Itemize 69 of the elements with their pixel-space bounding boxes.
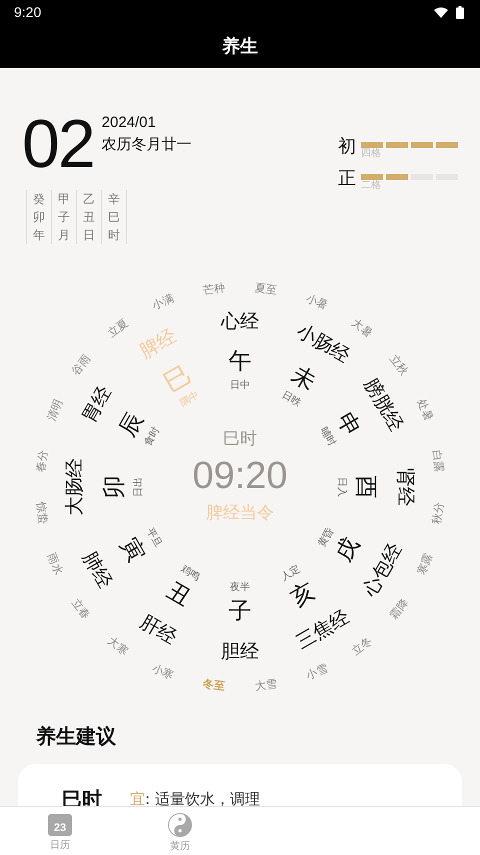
solar-term: 立夏 — [106, 317, 130, 340]
rank-label: 初 — [338, 136, 356, 158]
earthly-branch: 丑 — [162, 580, 194, 611]
meridian-label: 心经 — [221, 312, 259, 332]
solar-term: 立秋 — [388, 353, 410, 378]
rank-label: 正 — [338, 168, 356, 190]
meridian-label: 小肠经 — [293, 322, 352, 367]
page-title: 养生 — [222, 35, 258, 58]
meridian-label: 胆经 — [221, 642, 259, 662]
rank-caption: 四格 — [361, 148, 381, 160]
clock-time: 09:20 — [192, 454, 288, 499]
solar-term: 秋分 — [431, 501, 446, 525]
solar-term: 霜降 — [388, 596, 410, 621]
nav-tab[interactable]: 黄历 — [120, 807, 240, 855]
ganzhi-pillar: 甲子月 — [51, 190, 76, 244]
solar-term: 白露 — [431, 449, 446, 473]
earthly-branch: 子 — [228, 600, 252, 624]
wifi-icon — [434, 6, 448, 18]
yin-yang-icon — [168, 813, 192, 837]
solar-term: 小寒 — [151, 662, 176, 682]
nav-tab[interactable]: 23 日历 — [0, 807, 120, 855]
meridian-label: 肝经 — [136, 612, 179, 648]
solar-term: 大暑 — [350, 317, 374, 340]
solar-term: 大雪 — [254, 678, 278, 692]
hour-name: 食时 — [143, 425, 162, 448]
hour-name: 日入 — [336, 477, 346, 497]
solar-term: 寒露 — [415, 551, 434, 576]
solar-term: 芒种 — [202, 282, 226, 296]
solar-term: 冬至 — [202, 678, 226, 692]
status-time: 9:20 — [14, 4, 42, 20]
meridian-label: 肺经 — [79, 548, 115, 591]
meridian-label: 大肠经 — [66, 458, 84, 516]
hour-name: 夜半 — [230, 583, 250, 593]
advice-text: 宜: 适量饮水，调理 — [130, 789, 260, 810]
lunar-date: 农历冬月廿一 — [102, 135, 192, 154]
meridian-label: 脾经 — [136, 326, 179, 362]
section-heading: 养生建议 — [36, 723, 117, 749]
solar-term: 处暑 — [415, 398, 434, 423]
ganzhi-pillar: 癸卯年 — [26, 190, 51, 244]
current-meridian: 脾经当令 — [206, 502, 274, 525]
solar-term: 惊蛰 — [34, 501, 49, 525]
ganzhi-pillar: 辛巳时 — [101, 190, 127, 244]
solar-term: 夏至 — [254, 282, 278, 296]
solar-term: 立春 — [70, 596, 92, 621]
day-number: 02 — [22, 112, 94, 176]
solar-term: 大寒 — [106, 634, 130, 657]
meridian-label: 肾经 — [396, 468, 414, 506]
earthly-branch: 卯 — [104, 476, 126, 498]
solar-term: 立冬 — [350, 634, 374, 657]
hour-name: 日中 — [230, 381, 250, 391]
solar-term: 小雪 — [304, 662, 329, 682]
solar-term: 清明 — [46, 398, 64, 423]
solar-term: 小满 — [151, 292, 176, 312]
earthly-branch: 酉 — [354, 476, 376, 498]
solar-term: 雨水 — [46, 551, 64, 576]
meridian-label: 胃经 — [79, 383, 115, 426]
month-text: 2024/01 — [102, 114, 157, 131]
hour-name: 日出 — [134, 477, 144, 497]
solar-term: 小暑 — [304, 292, 329, 312]
current-hour: 巳时 — [223, 428, 257, 451]
battery-icon — [456, 6, 464, 18]
hour-name: 日昳 — [279, 390, 302, 409]
earthly-branch: 午 — [228, 350, 252, 374]
rank-caption: 二格 — [361, 180, 381, 192]
solar-term: 谷雨 — [70, 353, 92, 378]
calendar-icon: 23 — [48, 814, 72, 836]
hour-name: 隅中 — [178, 390, 201, 409]
solar-term: 春分 — [34, 449, 49, 473]
ganzhi-pillar: 乙丑日 — [76, 190, 101, 244]
